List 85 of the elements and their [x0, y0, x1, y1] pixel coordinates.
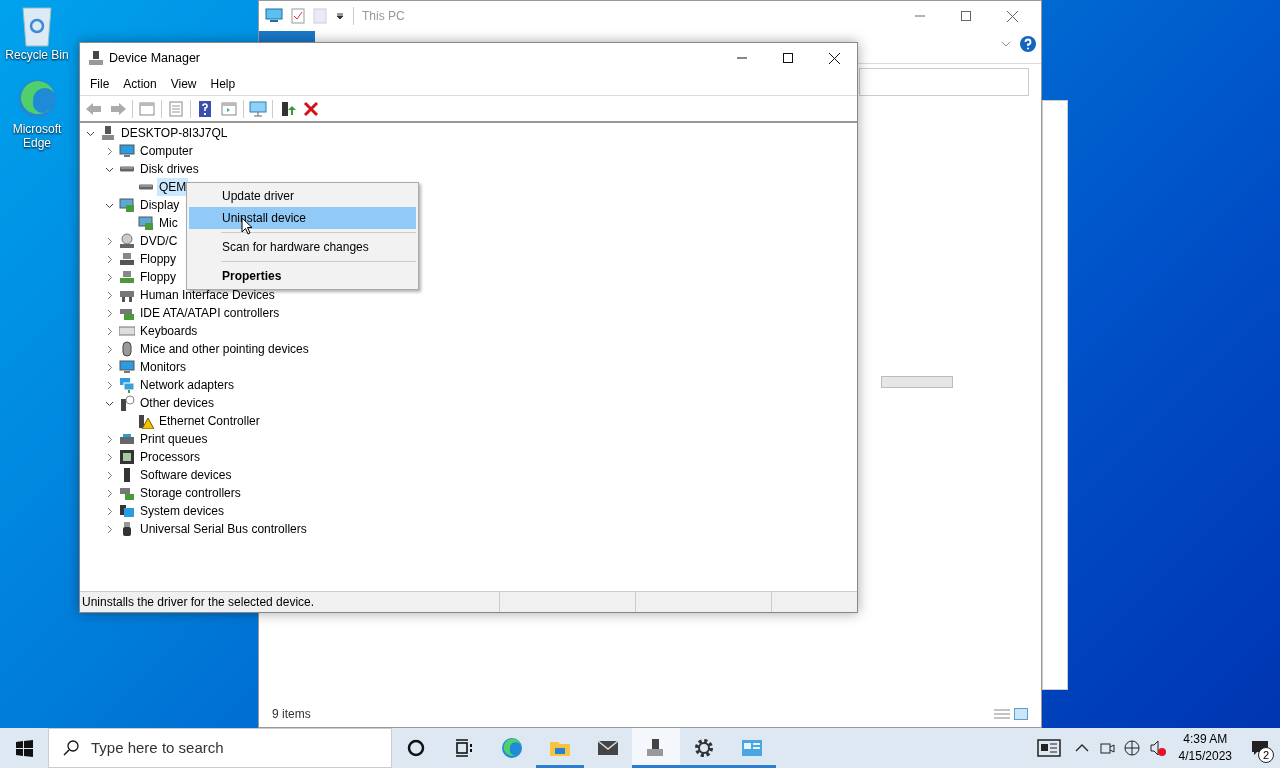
device-manager-icon — [88, 50, 104, 66]
context-menu-item[interactable]: Uninstall device — [189, 207, 416, 229]
maximize-icon[interactable] — [783, 53, 793, 63]
tree-item[interactable]: Floppy — [138, 250, 179, 268]
tree-item[interactable]: Ethernet Controller — [157, 412, 262, 430]
tree-item[interactable]: Human Interface Devices — [138, 286, 277, 304]
camera-icon[interactable] — [1098, 740, 1115, 756]
display-adapter-icon — [119, 197, 135, 213]
menu-item[interactable]: Help — [203, 75, 243, 93]
window-title: Device Manager — [109, 49, 200, 67]
tree-item[interactable]: Display — [138, 196, 182, 214]
clock[interactable]: 4:39 AM 4/15/2023 — [1170, 731, 1240, 765]
tree-item[interactable]: QEM — [157, 178, 189, 196]
tree-item[interactable]: Print queues — [138, 430, 210, 448]
tree-item[interactable]: Mice and other pointing devices — [138, 340, 311, 358]
windows-logo-icon — [15, 739, 33, 757]
drive-icon — [119, 166, 135, 172]
mouse-icon — [119, 341, 135, 357]
tree-item[interactable]: Mic — [157, 214, 180, 232]
floppy-controller-icon — [119, 269, 135, 285]
monitor-icon — [119, 143, 135, 159]
floppy-drive-icon — [119, 251, 135, 267]
tree-item[interactable]: Other devices — [138, 394, 217, 412]
search-field[interactable] — [859, 68, 1029, 96]
dropdown-icon[interactable] — [335, 11, 345, 21]
help-icon[interactable] — [196, 99, 214, 118]
globe-icon[interactable] — [1122, 739, 1141, 757]
unknown-device-icon — [119, 395, 135, 411]
settings-icon[interactable] — [692, 736, 716, 760]
status-text: Uninstalls the driver for the selected device. — [81, 594, 316, 611]
tree-item[interactable]: Universal Serial Bus controllers — [138, 520, 309, 538]
system-device-icon — [119, 503, 135, 519]
processor-icon — [119, 449, 135, 465]
edge-icon[interactable] — [500, 736, 524, 760]
tree-item[interactable]: Network adapters — [138, 376, 237, 394]
help-icon[interactable] — [1019, 35, 1037, 53]
tree-item[interactable]: System devices — [138, 502, 227, 520]
uninstall-icon[interactable] — [302, 99, 320, 118]
search-placeholder: Type here to search — [91, 737, 224, 758]
taskbar-button[interactable] — [632, 728, 680, 768]
monitor-icon — [119, 359, 135, 375]
tree-item[interactable]: Floppy — [138, 268, 179, 286]
tree-item[interactable]: Monitors — [138, 358, 188, 376]
network-icon — [119, 377, 135, 393]
close-icon[interactable] — [828, 52, 840, 64]
tree-item[interactable]: Processors — [138, 448, 203, 466]
tree-item[interactable]: IDE ATA/ATAPI controllers — [138, 304, 282, 322]
tiles-view-icon[interactable] — [1014, 708, 1028, 720]
storage-controller-icon — [119, 485, 135, 501]
clock-time: 4:39 AM — [1183, 731, 1228, 748]
search-box[interactable]: Type here to search — [48, 728, 392, 768]
menu-item[interactable]: View — [163, 75, 204, 93]
tree-item[interactable]: Storage controllers — [138, 484, 243, 502]
ribbon-chevron-icon[interactable] — [1001, 40, 1011, 48]
context-menu-item[interactable]: Properties — [189, 265, 416, 287]
disc-drive-icon — [119, 233, 135, 249]
menu-item[interactable]: File — [83, 75, 117, 93]
printer-icon — [119, 431, 135, 447]
clock-date: 4/15/2023 — [1178, 748, 1232, 765]
notification-button[interactable]: 2 — [1240, 728, 1280, 768]
tree-item[interactable]: Keyboards — [138, 322, 200, 340]
search-icon — [63, 740, 79, 756]
context-menu-item[interactable]: Update driver — [189, 185, 416, 207]
menu-item[interactable]: Action — [116, 75, 164, 93]
tree-item[interactable]: Software devices — [138, 466, 234, 484]
tree-item[interactable]: DESKTOP-8I3J7QL — [119, 124, 230, 142]
display-adapter-icon — [138, 215, 154, 231]
keyboard-icon — [119, 323, 135, 339]
drive-icon — [138, 184, 154, 190]
context-menu-item[interactable]: Scan for hardware changes — [189, 236, 416, 258]
computer-icon — [100, 125, 116, 141]
warning-device-icon — [138, 413, 154, 429]
computer-icon — [265, 8, 283, 24]
tree-item[interactable]: Computer — [138, 142, 195, 160]
notification-count: 2 — [1258, 747, 1274, 763]
drive-usage-bar — [881, 376, 953, 388]
tree-item[interactable]: Disk drives — [138, 160, 201, 178]
scan-hardware-icon[interactable] — [249, 99, 267, 118]
window-title: This PC — [353, 7, 405, 25]
chevron-up-icon[interactable] — [1074, 743, 1089, 753]
tree-item[interactable]: DVD/C — [138, 232, 180, 250]
volume-muted-icon[interactable] — [1148, 739, 1167, 757]
item-count: 9 items — [272, 706, 311, 723]
properties-icon[interactable] — [291, 8, 305, 24]
news-icon[interactable] — [1036, 739, 1061, 757]
